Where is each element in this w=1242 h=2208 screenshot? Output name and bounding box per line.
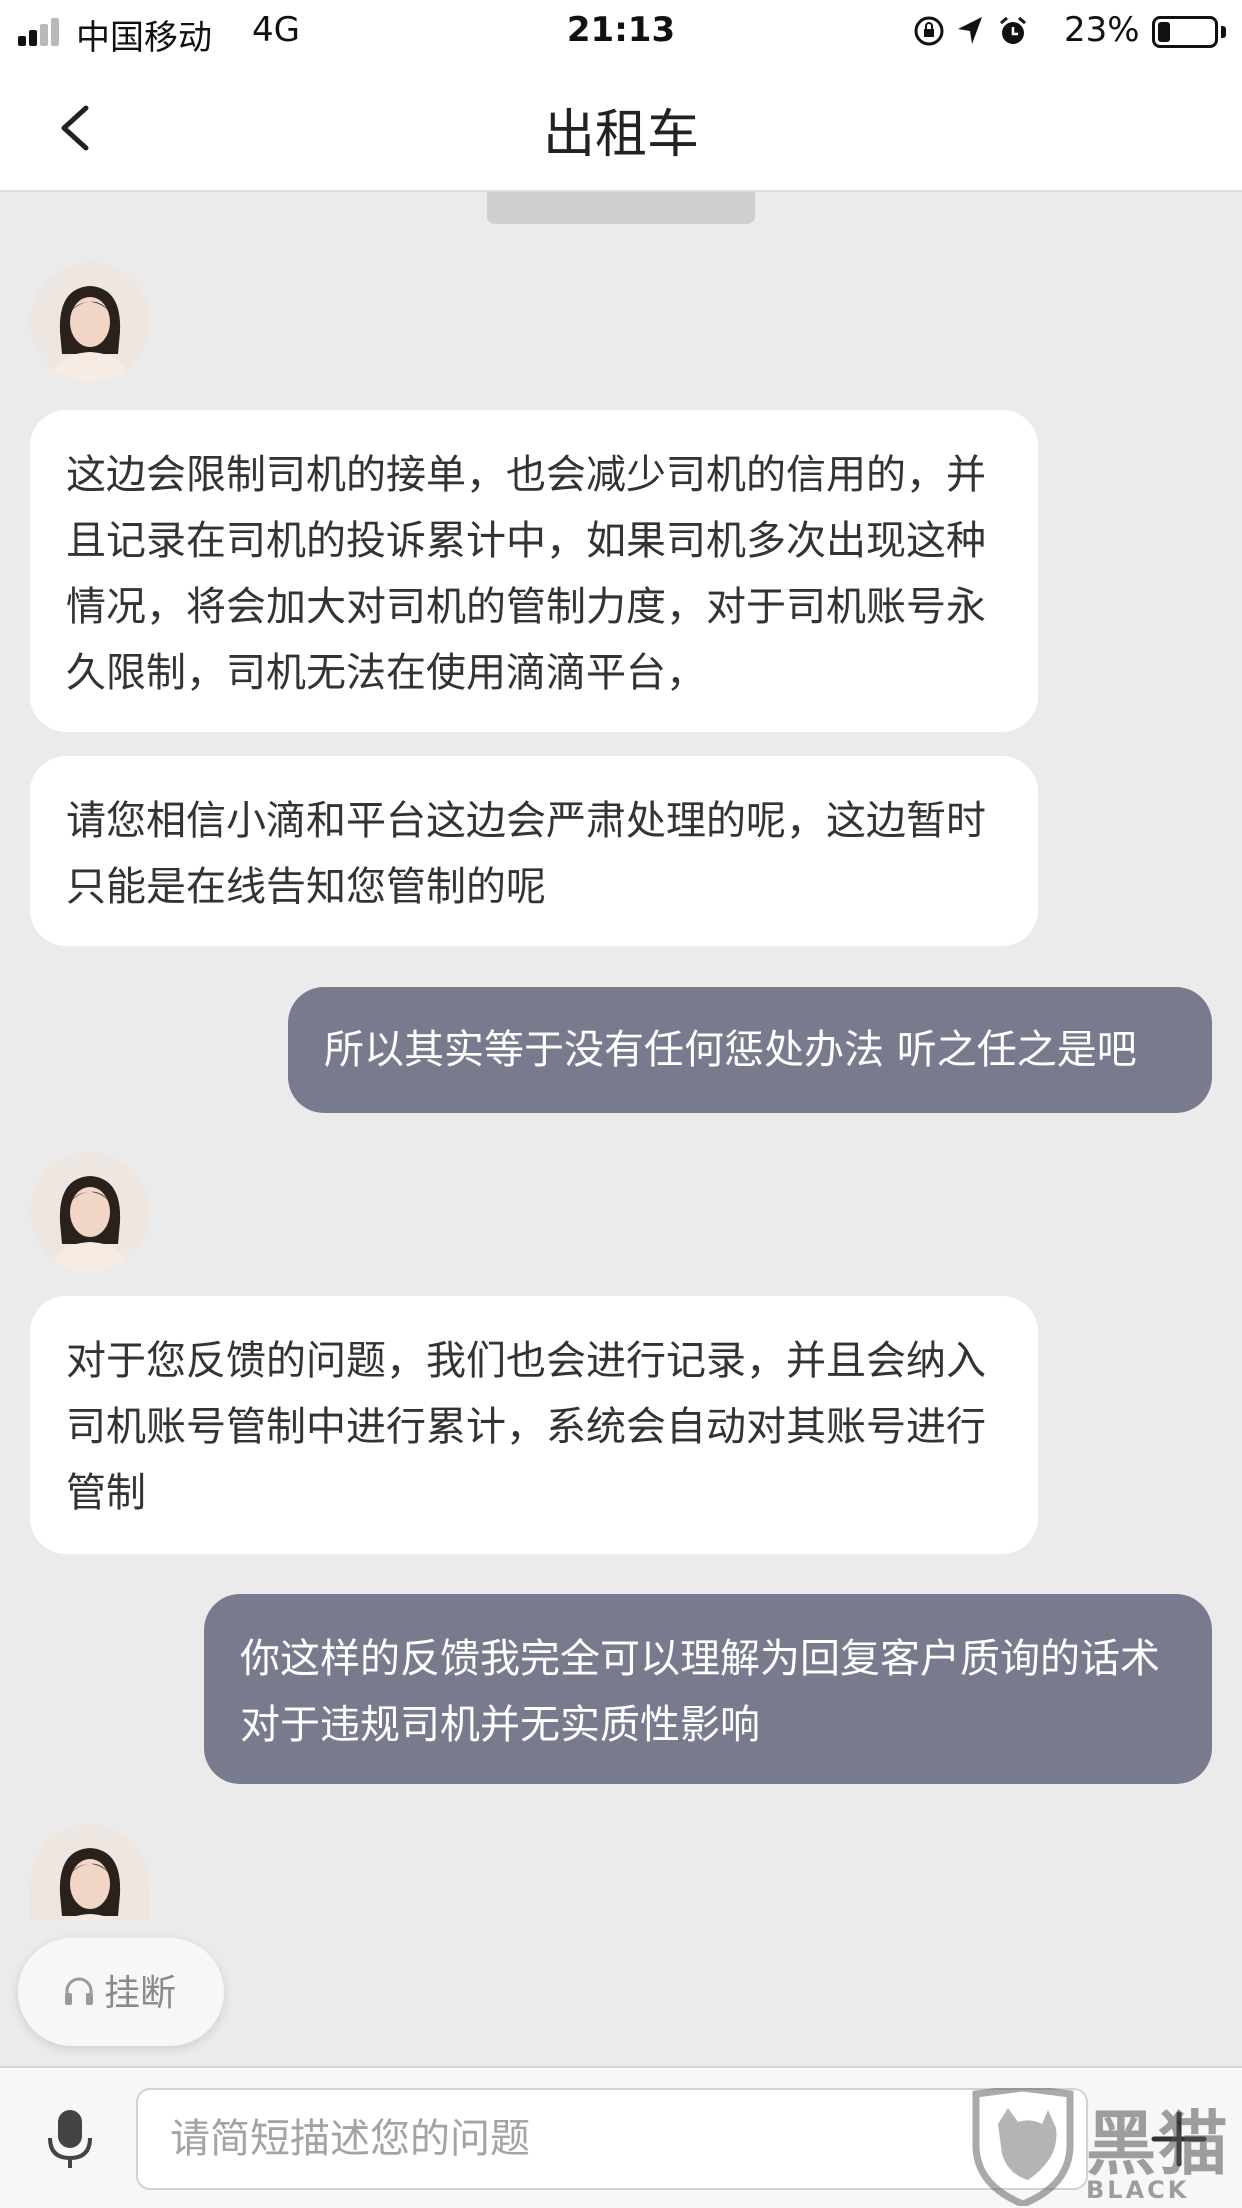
agent-avatar	[30, 1152, 150, 1272]
agent-avatar	[30, 1824, 150, 1920]
message-bubble-incoming: 对于您反馈的问题，我们也会进行记录，并且会纳入司机账号管制中进行累计，系统会自动…	[30, 1296, 1038, 1554]
message-bubble-outgoing: 你这样的反馈我完全可以理解为回复客户质询的话术 对于违规司机并无实质性影响	[204, 1594, 1212, 1784]
message-bubble-incoming: 请您相信小滴和平台这边会严肃处理的呢，这边暂时只能是在线告知您管制的呢	[30, 756, 1038, 946]
alarm-icon	[1000, 16, 1026, 44]
watermark-text: 黑猫	[1086, 2103, 1230, 2185]
microphone-icon[interactable]	[46, 2108, 94, 2172]
page-title: 出租车	[542, 105, 699, 165]
watermark-logo: 黑猫 BLACK CAT	[968, 2088, 1240, 2208]
status-time: 21:13	[566, 10, 676, 50]
watermark-subtext: BLACK CAT	[1086, 2176, 1190, 2208]
battery-percent: 23%	[1064, 10, 1140, 50]
status-icons	[912, 12, 1032, 52]
battery-icon	[1152, 16, 1218, 48]
status-bar: 中国移动 4G 21:13 23%	[0, 0, 1242, 62]
location-arrow-icon	[958, 17, 982, 44]
nav-header: 出租车	[0, 62, 1242, 192]
rotation-lock-icon	[914, 16, 944, 46]
message-input[interactable]	[136, 2088, 1088, 2190]
hangup-label: 挂断	[104, 1973, 177, 2014]
message-bubble-incoming: 这边会限制司机的接单，也会减少司机的信用的，并且记录在司机的投诉累计中，如果司机…	[30, 410, 1038, 732]
hangup-button[interactable]: 挂断	[18, 1938, 224, 2046]
cat-shield-icon	[972, 2088, 1074, 2206]
message-bubble-outgoing: 所以其实等于没有任何惩处办法 听之任之是吧	[288, 987, 1212, 1113]
agent-avatar	[30, 262, 150, 382]
headset-icon	[65, 1977, 93, 2005]
